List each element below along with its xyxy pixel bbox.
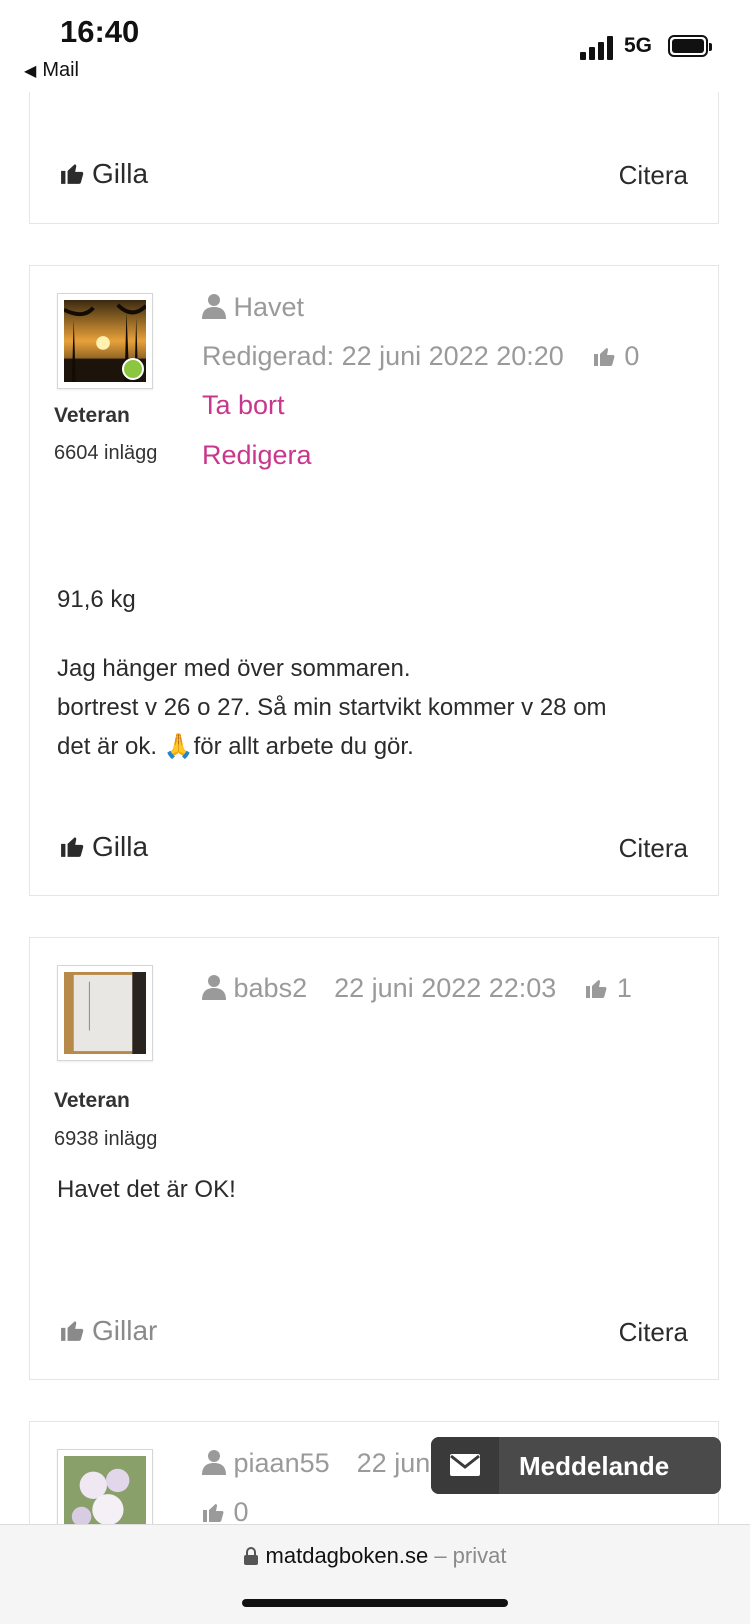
thumbs-up-icon [61, 837, 84, 857]
author-line: piaan55 22 jun [202, 1448, 430, 1479]
edit-link[interactable]: Redigera [202, 440, 312, 471]
thumbs-up-icon [586, 980, 607, 998]
thumbs-up-icon [593, 348, 615, 366]
avatar[interactable] [57, 293, 153, 389]
lock-icon [243, 1547, 258, 1565]
body-line: Jag hänger med över sommaren. [57, 655, 411, 682]
user-icon [202, 975, 226, 1000]
like-button[interactable]: Gilla [60, 158, 148, 190]
thumbs-up-icon [203, 1504, 224, 1522]
body-line: bortrest v 26 o 27. Så min startvikt kom… [57, 694, 607, 721]
quote-button[interactable]: Citera [619, 160, 688, 191]
post-card: Veteran 6938 inlägg babs2 22 juni 2022 2… [29, 937, 719, 1380]
message-button-label: Meddelande [519, 1451, 670, 1481]
status-bar: 16:40 ◀ Mail 5G [0, 0, 750, 92]
author-line: babs2 22 juni 2022 22:03 1 [202, 973, 632, 1004]
thumbs-up-icon [61, 164, 84, 184]
home-indicator[interactable] [242, 1599, 508, 1607]
url-domain: matdagboken.se [265, 1543, 429, 1568]
message-button[interactable]: Meddelande [431, 1437, 721, 1494]
author-name[interactable]: piaan55 [234, 1448, 330, 1478]
body-line: det är ok. 🙏för allt arbete du gör. [57, 733, 414, 760]
like-button[interactable]: Gilla [60, 831, 148, 863]
post-count: 6938 inlägg [54, 1128, 158, 1150]
author-name[interactable]: Havet [234, 292, 305, 322]
edited-line: Redigerad: 22 juni 2022 20:20 0 [202, 341, 639, 372]
back-to-mail-button[interactable]: ◀ Mail [24, 59, 79, 82]
avatar[interactable] [57, 965, 153, 1061]
envelope-icon [450, 1454, 480, 1476]
post-card: Veteran 6604 inlägg Havet Redigerad: 22 … [29, 265, 719, 896]
back-arrow-icon: ◀ [24, 63, 37, 80]
body-line: Havet det är OK! [57, 1176, 236, 1203]
back-label: Mail [42, 59, 79, 81]
like-count: 1 [616, 973, 632, 1003]
post-body: 91,6 kg Jag hänger med över sommaren. bo… [57, 580, 607, 766]
like-count: 0 [233, 1497, 249, 1527]
post-timestamp: 22 jun [356, 1448, 431, 1478]
url-display[interactable]: matdagboken.se – privat [0, 1543, 750, 1569]
delete-link[interactable]: Ta bort [202, 390, 285, 421]
browser-url-bar[interactable]: matdagboken.se – privat [0, 1524, 750, 1624]
private-label: – privat [428, 1543, 507, 1568]
thumbs-up-icon [61, 1321, 84, 1341]
quote-button[interactable]: Citera [619, 1317, 688, 1348]
user-icon [202, 294, 226, 319]
like-count: 0 [624, 341, 640, 371]
post-timestamp: 22 juni 2022 22:03 [334, 973, 557, 1003]
author-name[interactable]: babs2 [234, 973, 308, 1003]
quote-button[interactable]: Citera [619, 833, 688, 864]
paper-avatar-image [64, 972, 146, 1054]
author-line: Havet [202, 292, 304, 323]
body-line: 91,6 kg [57, 586, 136, 613]
network-type: 5G [624, 34, 653, 57]
clock: 16:40 [60, 14, 140, 49]
online-indicator [122, 358, 144, 380]
signal-icon [580, 36, 616, 60]
battery-icon [668, 35, 712, 57]
edited-timestamp: Redigerad: 22 juni 2022 20:20 [202, 341, 564, 371]
user-icon [202, 1450, 226, 1475]
post-count: 6604 inlägg [54, 442, 158, 464]
user-rank: Veteran [54, 404, 130, 427]
user-rank: Veteran [54, 1089, 130, 1112]
liked-button[interactable]: Gillar [60, 1315, 157, 1347]
post-body: Havet det är OK! [57, 1170, 236, 1209]
